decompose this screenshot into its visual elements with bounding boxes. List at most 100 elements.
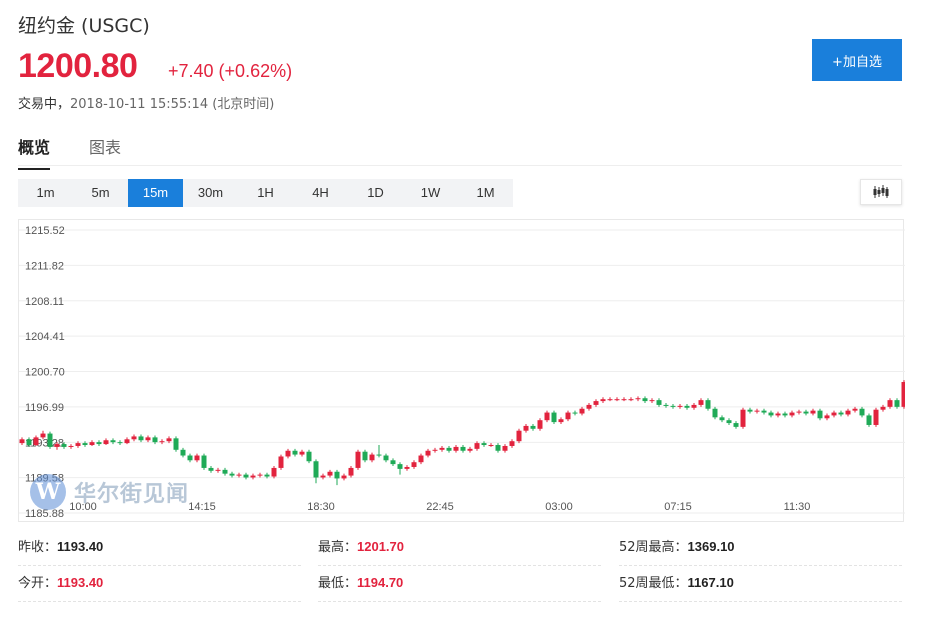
candle bbox=[68, 444, 74, 449]
price-chart[interactable]: 1185.88 1189.58 1193.28 1196.99 1200.70 1204.… bbox=[18, 219, 905, 522]
candle bbox=[222, 467, 228, 476]
candle-body bbox=[495, 445, 501, 451]
candle-body bbox=[873, 409, 879, 425]
candle bbox=[103, 438, 109, 446]
y-tick-label: 1208.11 bbox=[25, 296, 64, 308]
candle-body bbox=[418, 455, 424, 463]
candle bbox=[439, 445, 445, 452]
candle-body bbox=[579, 408, 585, 414]
candle-body bbox=[138, 436, 144, 441]
candle bbox=[194, 453, 200, 463]
candle-body bbox=[705, 400, 711, 409]
candle-body bbox=[320, 475, 326, 478]
candle bbox=[124, 437, 130, 445]
candle-body bbox=[607, 399, 613, 401]
candle bbox=[236, 472, 242, 478]
x-tick-label: 18:30 bbox=[307, 501, 335, 513]
candle-body bbox=[117, 442, 123, 444]
tab-bar: 概览 图表 bbox=[18, 128, 902, 170]
candle-body bbox=[698, 400, 704, 405]
candle-body bbox=[537, 420, 543, 429]
candle bbox=[418, 453, 424, 465]
candle bbox=[390, 458, 396, 467]
stat-value: 1193.40 bbox=[57, 575, 104, 590]
candle-body bbox=[600, 399, 606, 402]
candle bbox=[537, 418, 543, 431]
candle-body bbox=[453, 446, 459, 451]
timeframe-30m[interactable]: 30m bbox=[183, 179, 238, 207]
candle-body bbox=[376, 454, 382, 456]
candle bbox=[201, 453, 207, 470]
candle bbox=[278, 454, 284, 470]
timeframe-4h[interactable]: 4H bbox=[293, 179, 348, 207]
tab-chart[interactable]: 图表 bbox=[89, 134, 121, 168]
stat-label: 今开： bbox=[18, 576, 58, 591]
candle bbox=[523, 424, 529, 433]
candle-body bbox=[460, 446, 466, 451]
candle-body bbox=[313, 461, 319, 478]
candle-body bbox=[635, 398, 641, 400]
candle-body bbox=[880, 406, 886, 410]
candle-body bbox=[894, 400, 900, 407]
candle-body bbox=[187, 455, 193, 461]
candle bbox=[726, 418, 732, 425]
candle bbox=[187, 453, 193, 463]
candle bbox=[775, 411, 781, 418]
x-tick-label: 22:45 bbox=[426, 501, 454, 513]
candle bbox=[215, 467, 221, 473]
candle-body bbox=[887, 400, 893, 407]
y-tick-label: 1189.58 bbox=[25, 473, 64, 485]
candle-body bbox=[845, 410, 851, 415]
candle bbox=[306, 449, 312, 464]
y-tick-label: 1215.52 bbox=[25, 225, 65, 237]
candle bbox=[229, 471, 235, 478]
candle bbox=[719, 415, 725, 423]
candle-body bbox=[362, 451, 368, 461]
candle-body bbox=[901, 382, 905, 407]
tab-overview[interactable]: 概览 bbox=[18, 134, 51, 170]
candle bbox=[425, 448, 431, 458]
candle bbox=[348, 466, 354, 478]
x-tick-label: 07:15 bbox=[664, 501, 692, 513]
stat-label: 最低： bbox=[318, 576, 358, 591]
candle bbox=[593, 399, 599, 407]
candle-body bbox=[852, 408, 858, 411]
candle-body bbox=[649, 400, 655, 402]
candle-body bbox=[131, 436, 137, 440]
add-to-watchlist-button[interactable]: +加自选 bbox=[812, 39, 902, 81]
candle bbox=[299, 449, 305, 457]
timeframe-1d[interactable]: 1D bbox=[348, 179, 403, 207]
candle bbox=[635, 396, 641, 402]
candle-body bbox=[306, 451, 312, 462]
candle-body bbox=[789, 412, 795, 416]
candle-body bbox=[691, 404, 697, 408]
candle-body bbox=[110, 440, 116, 443]
candle bbox=[810, 408, 816, 416]
candle-body bbox=[439, 447, 445, 450]
candle-body bbox=[26, 439, 32, 446]
chart-type-button[interactable] bbox=[860, 179, 902, 205]
timeframe-1h[interactable]: 1H bbox=[238, 179, 293, 207]
candle-body bbox=[355, 451, 361, 468]
candle bbox=[551, 410, 557, 425]
x-tick-label: 11:30 bbox=[784, 501, 811, 513]
candle-body bbox=[509, 441, 515, 446]
current-price: 1200.80 bbox=[18, 47, 138, 85]
timeframe-1w[interactable]: 1W bbox=[403, 179, 458, 207]
candle bbox=[586, 403, 592, 411]
candle-body bbox=[229, 473, 235, 476]
candle bbox=[698, 398, 704, 407]
candle bbox=[432, 447, 438, 453]
candle bbox=[712, 406, 718, 420]
candle bbox=[649, 398, 655, 404]
timeframe-5m[interactable]: 5m bbox=[73, 179, 128, 207]
candle bbox=[789, 410, 795, 418]
timeframe-1m[interactable]: 1m bbox=[18, 179, 73, 207]
candle-body bbox=[411, 462, 417, 467]
candle-body bbox=[824, 415, 830, 419]
timeframe-1mo[interactable]: 1M bbox=[458, 179, 513, 207]
candle bbox=[824, 413, 830, 421]
candle-body bbox=[593, 401, 599, 405]
candle bbox=[761, 408, 767, 415]
timeframe-15m[interactable]: 15m bbox=[128, 179, 183, 207]
